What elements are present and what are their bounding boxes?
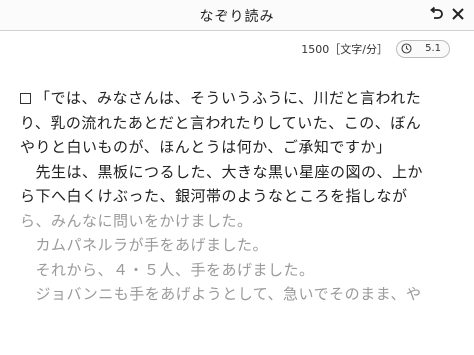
undo-button[interactable]	[426, 4, 446, 24]
text-line-content: やりと白いものが、ほんとうは何か、ご承知ですか」	[20, 138, 392, 156]
text-line: 先生は、黒板につるした、大きな黒い星座の図の、上か	[20, 160, 460, 185]
text-line: やりと白いものが、ほんとうは何か、ご承知ですか」	[20, 135, 460, 160]
text-line: ら、みんなに問いをかけました。	[20, 209, 460, 234]
text-line-content: カムパネルラが手をあげました。	[20, 236, 269, 254]
text-line: カムパネルラが手をあげました。	[20, 233, 460, 258]
text-line-content: ジョバンニも手をあげようとして、急いでそのまま、や	[20, 285, 422, 303]
text-line-content: 「では、みなさんは、そういうふうに、川だと言われた	[35, 89, 422, 107]
clock-icon	[401, 43, 412, 54]
text-line-content: り、乳の流れたあとだと言われたりしていた、この、ぼん	[20, 113, 422, 132]
checkbox[interactable]	[20, 93, 31, 104]
undo-icon	[430, 6, 443, 19]
text-line: それから、４・５人、手をあげました。	[20, 258, 460, 283]
timer-value: 5.1	[425, 43, 441, 54]
text-line-content: それから、４・５人、手をあげました。	[20, 260, 315, 279]
close-button[interactable]	[448, 4, 468, 24]
close-icon	[452, 8, 464, 20]
text-line: ジョバンニも手をあげようとして、急いでそのまま、や	[20, 282, 460, 307]
text-line: り、乳の流れたあとだと言われたりしていた、この、ぼん	[20, 111, 460, 136]
speed-label: 1500［文字/分］	[301, 43, 388, 56]
timer-button[interactable]: 5.1	[396, 40, 450, 58]
text-line-content: ら下へ白くけぶった、銀河帯のようなところを指しなが	[20, 187, 408, 205]
reading-toolbar: 1500［文字/分］ 5.1	[301, 40, 450, 58]
header-bar: なぞり読み	[0, 0, 474, 31]
text-line: ら下へ白くけぶった、銀河帯のようなところを指しなが	[20, 184, 460, 209]
page-title: なぞり読み	[199, 9, 275, 25]
text-line-content: ら、みんなに問いをかけました。	[20, 211, 253, 230]
text-line-content: 先生は、黒板につるした、大きな黒い星座の図の、上か	[20, 162, 424, 181]
reading-text: 「では、みなさんは、そういうふうに、川だと言われたり、乳の流れたあとだと言われた…	[20, 86, 460, 307]
text-line: 「では、みなさんは、そういうふうに、川だと言われた	[20, 86, 460, 111]
